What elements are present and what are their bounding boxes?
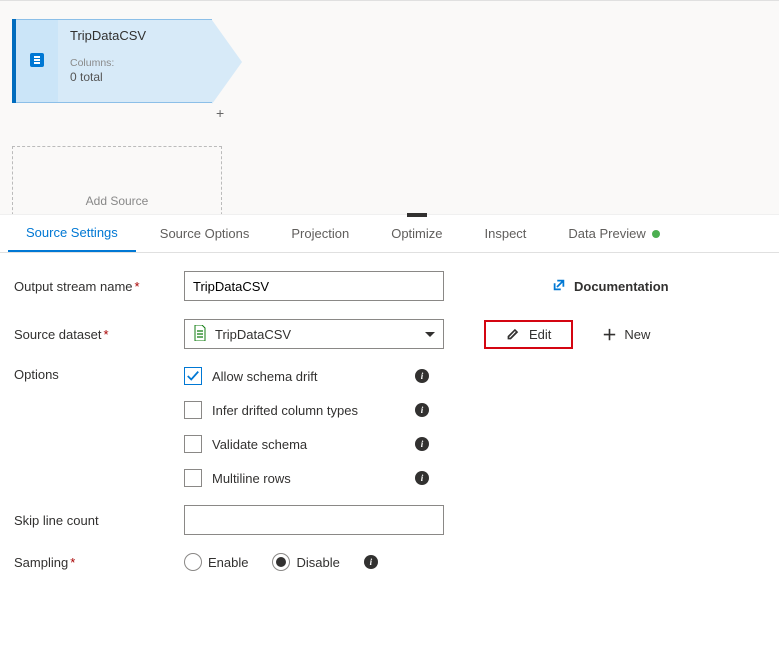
dataset-icon (29, 52, 45, 71)
tab-data-preview[interactable]: Data Preview (550, 215, 677, 252)
chevron-down-icon (425, 332, 435, 337)
source-dataset-label: Source dataset* (14, 327, 184, 342)
radio-circle-icon (184, 553, 202, 571)
option-allow-schema-drift: Allow schema drift i (184, 367, 429, 385)
skip-line-input[interactable] (184, 505, 444, 535)
info-icon[interactable]: i (415, 437, 429, 451)
add-source-placeholder[interactable]: Add Source (12, 146, 222, 215)
edit-button[interactable]: Edit (484, 320, 573, 349)
status-dot-icon (652, 230, 660, 238)
radio-enable[interactable]: Enable (184, 553, 248, 571)
output-stream-row: Output stream name* Documentation (14, 271, 765, 301)
options-label: Options (14, 367, 184, 382)
source-node[interactable]: TripDataCSV Columns: 0 total (12, 19, 212, 103)
tab-projection[interactable]: Projection (273, 215, 367, 252)
add-source-label: Add Source (86, 194, 149, 208)
flow-canvas: TripDataCSV Columns: 0 total + Add Sourc… (0, 0, 779, 215)
checkbox-validate-schema[interactable] (184, 435, 202, 453)
checkbox-infer-types[interactable] (184, 401, 202, 419)
plus-icon (603, 328, 616, 341)
pencil-icon (506, 328, 519, 341)
info-icon[interactable]: i (415, 369, 429, 383)
output-stream-label: Output stream name* (14, 279, 184, 294)
add-branch-button[interactable]: + (216, 105, 224, 121)
options-row: Options Allow schema drift i Infer drift… (14, 367, 765, 487)
source-dataset-value: TripDataCSV (215, 327, 291, 342)
option-infer-types: Infer drifted column types i (184, 401, 429, 419)
columns-label: Columns: (70, 57, 200, 70)
sampling-row: Sampling* Enable Disable i (14, 553, 765, 571)
csv-file-icon (193, 325, 207, 344)
tab-inspect[interactable]: Inspect (467, 215, 545, 252)
checkbox-allow-schema-drift[interactable] (184, 367, 202, 385)
output-stream-input[interactable] (184, 271, 444, 301)
node-arrow-icon (212, 20, 242, 104)
documentation-link[interactable]: Documentation (552, 278, 669, 295)
tab-optimize[interactable]: Optimize (373, 215, 460, 252)
checkbox-multiline-rows[interactable] (184, 469, 202, 487)
radio-circle-icon (272, 553, 290, 571)
tab-marker (407, 213, 427, 217)
tab-source-options[interactable]: Source Options (142, 215, 268, 252)
columns-count: 0 total (70, 70, 200, 84)
tab-source-settings[interactable]: Source Settings (8, 215, 136, 252)
info-icon[interactable]: i (364, 555, 378, 569)
tab-bar: Source Settings Source Options Projectio… (0, 215, 779, 253)
source-dataset-row: Source dataset* TripDataCSV Edit New (14, 319, 765, 349)
skip-line-label: Skip line count (14, 513, 184, 528)
source-node-icon-area (16, 19, 58, 103)
external-link-icon (552, 278, 566, 295)
source-dataset-select[interactable]: TripDataCSV (184, 319, 444, 349)
source-node-title: TripDataCSV (70, 28, 200, 43)
source-node-body: TripDataCSV Columns: 0 total (58, 19, 212, 103)
info-icon[interactable]: i (415, 471, 429, 485)
option-multiline-rows: Multiline rows i (184, 469, 429, 487)
skip-line-row: Skip line count (14, 505, 765, 535)
info-icon[interactable]: i (415, 403, 429, 417)
new-button[interactable]: New (603, 327, 650, 342)
source-settings-form: Output stream name* Documentation Source… (0, 253, 779, 649)
sampling-label: Sampling* (14, 555, 184, 570)
radio-disable[interactable]: Disable (272, 553, 339, 571)
option-validate-schema: Validate schema i (184, 435, 429, 453)
